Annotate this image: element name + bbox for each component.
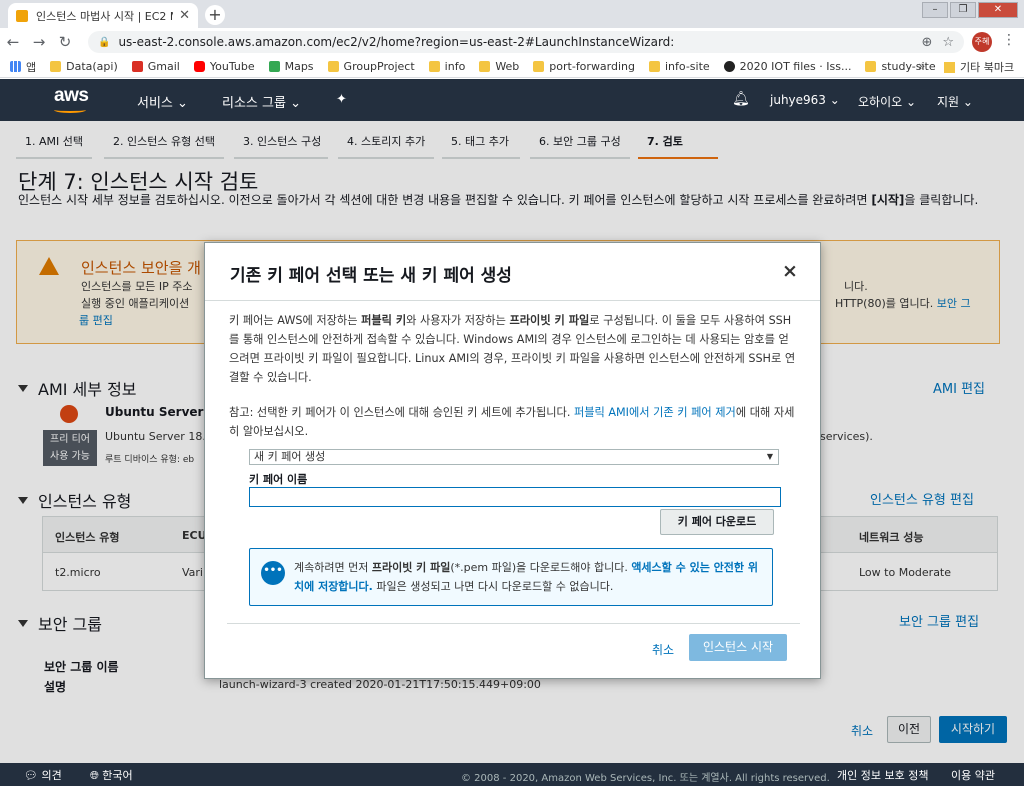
tab-title: 인스턴스 마법사 시작 | EC2 Ma <box>36 9 174 23</box>
download-info-box: ••• 계속하려면 먼저 프라이빗 키 파일(*.pem 파일)을 다운로드해야… <box>249 548 773 606</box>
privacy-link[interactable]: 개인 정보 보호 정책 <box>837 767 928 783</box>
copyright-text: © 2008 - 2020, Amazon Web Services, Inc.… <box>461 773 830 784</box>
account-menu[interactable]: juhye963 ⌄ <box>770 93 840 107</box>
key-pair-option-select[interactable]: 새 키 페어 생성 ▼ <box>249 449 779 465</box>
bookmark-star-icon[interactable]: ☆ <box>942 35 954 50</box>
folder-icon <box>50 61 62 72</box>
bookmark-apps[interactable]: 앱 <box>10 59 36 75</box>
forward-icon[interactable]: → <box>26 33 52 51</box>
folder-icon <box>479 61 491 72</box>
console-footer: 💬︎ 의견 🌐︎ 한국어 © 2008 - 2020, Amazon Web S… <box>0 763 1024 786</box>
dropdown-arrow-icon: ▼ <box>766 452 773 461</box>
browser-tab[interactable]: 인스턴스 마법사 시작 | EC2 Ma ✕ <box>8 3 198 28</box>
browser-tabstrip: 인스턴스 마법사 시작 | EC2 Ma ✕ + – ❐ ✕ <box>0 0 1024 28</box>
youtube-icon <box>193 61 205 72</box>
key-pair-note: 참고: 선택한 키 페어가 이 인스턴스에 대해 승인된 키 세트에 추가됩니다… <box>229 406 795 438</box>
download-key-pair-button[interactable]: 키 페어 다운로드 <box>660 509 774 535</box>
bookmark-youtube[interactable]: YouTube <box>193 60 255 73</box>
divider <box>205 300 820 301</box>
launch-instance-button[interactable]: 인스턴스 시작 <box>689 634 787 661</box>
remove-key-pair-link[interactable]: 퍼블릭 AMI에서 기존 키 페어 제거 <box>574 406 736 419</box>
profile-avatar[interactable]: 주혜 <box>972 32 992 52</box>
download-info-text: 계속하려면 먼저 프라이빗 키 파일(*.pem 파일)을 다운로드해야 합니다… <box>294 561 758 593</box>
zoom-icon[interactable]: ⊕ <box>921 35 932 50</box>
reload-icon[interactable]: ↻ <box>52 33 78 51</box>
bell-icon[interactable]: 🔔︎ <box>732 91 750 107</box>
terms-link[interactable]: 이용 약관 <box>951 767 995 783</box>
aws-smile-icon <box>54 107 86 113</box>
pin-icon[interactable]: ✦ <box>336 92 347 107</box>
bookmark-iot-files[interactable]: 2020 IOT files · Iss... <box>723 60 851 73</box>
key-pair-name-label: 키 페어 이름 <box>249 473 308 486</box>
resource-groups-menu[interactable]: 리소스 그룹 ⌄ <box>222 92 301 111</box>
folder-icon <box>649 61 660 72</box>
github-icon <box>723 61 735 72</box>
bookmarks-bar: 앱 Data(api) Gmail YouTube Maps GroupProj… <box>0 56 1024 78</box>
gmail-icon <box>131 61 143 72</box>
bookmarks-overflow-icon[interactable]: » <box>918 59 925 73</box>
bookmark-gmail[interactable]: Gmail <box>131 60 180 73</box>
folder-icon <box>327 61 339 72</box>
divider <box>227 623 800 624</box>
key-pair-explanation: 키 페어는 AWS에 저장하는 퍼블릭 키와 사용자가 저장하는 프라이빗 키 … <box>229 314 796 384</box>
back-icon[interactable]: ← <box>0 33 26 51</box>
maps-icon <box>268 61 280 72</box>
aws-logo[interactable]: aws <box>54 85 89 113</box>
dialog-cancel-link[interactable]: 취소 <box>652 641 674 658</box>
bookmark-data-api[interactable]: Data(api) <box>50 60 118 73</box>
region-menu[interactable]: 오하이오 ⌄ <box>858 93 916 110</box>
bookmark-maps[interactable]: Maps <box>268 60 314 73</box>
aws-favicon-icon <box>16 9 28 22</box>
bookmark-info-site[interactable]: info-site <box>649 60 710 73</box>
address-bar[interactable]: 🔒 us-east-2.console.aws.amazon.com/ec2/v… <box>88 31 964 53</box>
chat-bubble-icon: ••• <box>261 561 285 585</box>
folder-icon <box>865 61 877 72</box>
close-icon[interactable]: × <box>782 260 798 282</box>
support-menu[interactable]: 지원 ⌄ <box>937 93 973 110</box>
other-bookmarks[interactable]: 기타 북마크 <box>944 59 1014 75</box>
restore-icon[interactable]: ❐ <box>950 2 976 18</box>
browser-menu-icon[interactable]: ⋮ <box>1002 32 1016 48</box>
lock-icon: 🔒 <box>98 36 111 48</box>
folder-icon <box>944 61 955 73</box>
browser-toolbar: ← → ↻ 🔒 us-east-2.console.aws.amazon.com… <box>0 28 1024 56</box>
dialog-title: 기존 키 페어 선택 또는 새 키 페어 생성 <box>230 266 512 286</box>
close-window-icon[interactable]: ✕ <box>978 2 1018 18</box>
apps-icon <box>10 61 21 72</box>
bookmark-info[interactable]: info <box>428 60 465 73</box>
services-menu[interactable]: 서비스 ⌄ <box>137 92 188 111</box>
close-tab-icon[interactable]: ✕ <box>179 8 190 23</box>
aws-console-header: aws 서비스 ⌄ 리소스 그룹 ⌄ ✦ 🔔︎ juhye963 ⌄ 오하이오 … <box>0 79 1024 121</box>
folder-icon <box>533 61 545 72</box>
language-selector[interactable]: 🌐︎ 한국어 <box>90 767 133 783</box>
url-text[interactable]: us-east-2.console.aws.amazon.com/ec2/v2/… <box>118 35 911 49</box>
bookmark-port-forwarding[interactable]: port-forwarding <box>533 60 635 73</box>
bookmark-web[interactable]: Web <box>479 60 519 73</box>
feedback-link[interactable]: 💬︎ 의견 <box>24 767 62 783</box>
folder-icon <box>428 61 440 72</box>
window-controls: – ❐ ✕ <box>922 2 1018 18</box>
new-tab-button[interactable]: + <box>205 5 225 25</box>
key-pair-name-input[interactable] <box>249 487 781 507</box>
key-pair-dialog: 기존 키 페어 선택 또는 새 키 페어 생성 × 키 페어는 AWS에 저장하… <box>204 242 821 679</box>
minimize-icon[interactable]: – <box>922 2 948 18</box>
bookmark-groupproject[interactable]: GroupProject <box>327 60 415 73</box>
